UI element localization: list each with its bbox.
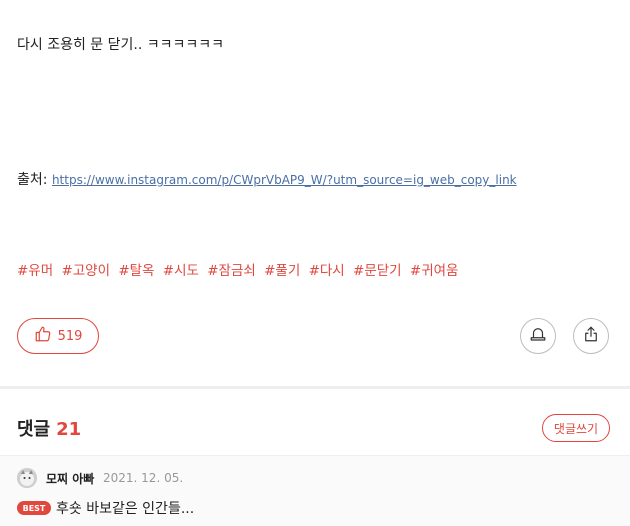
thumbs-up-icon: [34, 325, 52, 347]
tag-item[interactable]: #풀기: [264, 263, 300, 279]
source-label: 출처:: [17, 172, 52, 188]
comment-list: 모찌 아빠 2021. 12. 05. BEST 후숏 바보같은 인간들...: [0, 455, 630, 526]
tag-list: #유머 #고양이 #탈옥 #시도 #잠금쇠 #풀기 #다시 #문닫기 #귀여움: [17, 259, 462, 279]
post-source: 출처: https://www.instagram.com/p/CWprVbAP…: [17, 169, 517, 189]
tag-item[interactable]: #귀여움: [410, 263, 459, 279]
section-divider: [0, 386, 630, 389]
like-button[interactable]: 519: [17, 318, 99, 354]
source-link[interactable]: https://www.instagram.com/p/CWprVbAP9_W/…: [52, 173, 517, 187]
tag-item[interactable]: #다시: [309, 263, 345, 279]
tag-item[interactable]: #문닫기: [353, 263, 402, 279]
comment-author[interactable]: 모찌 아빠: [46, 470, 94, 487]
share-icon: [582, 325, 600, 347]
tag-item[interactable]: #시도: [163, 263, 199, 279]
post-body-text: 다시 조용히 문 닫기.. ㅋㅋㅋㅋㅋㅋ: [17, 37, 225, 53]
tag-item[interactable]: #고양이: [61, 263, 110, 279]
comment-header: 댓글 21: [17, 415, 81, 441]
write-comment-button[interactable]: 댓글쓰기: [542, 414, 610, 442]
tag-item[interactable]: #잠금쇠: [207, 263, 256, 279]
tag-item[interactable]: #탈옥: [118, 263, 154, 279]
comment-date: 2021. 12. 05.: [103, 471, 184, 485]
like-count: 519: [57, 328, 83, 344]
comment-title: 댓글: [17, 419, 51, 440]
tag-item[interactable]: #유머: [17, 263, 53, 279]
comment-text: 후숏 바보같은 인간들...: [56, 501, 195, 517]
share-button[interactable]: [573, 318, 609, 354]
avatar[interactable]: [17, 468, 37, 488]
notify-button[interactable]: [520, 318, 556, 354]
best-badge: BEST: [17, 501, 51, 515]
bell-icon: [529, 325, 547, 347]
comment-count: 21: [56, 419, 82, 440]
